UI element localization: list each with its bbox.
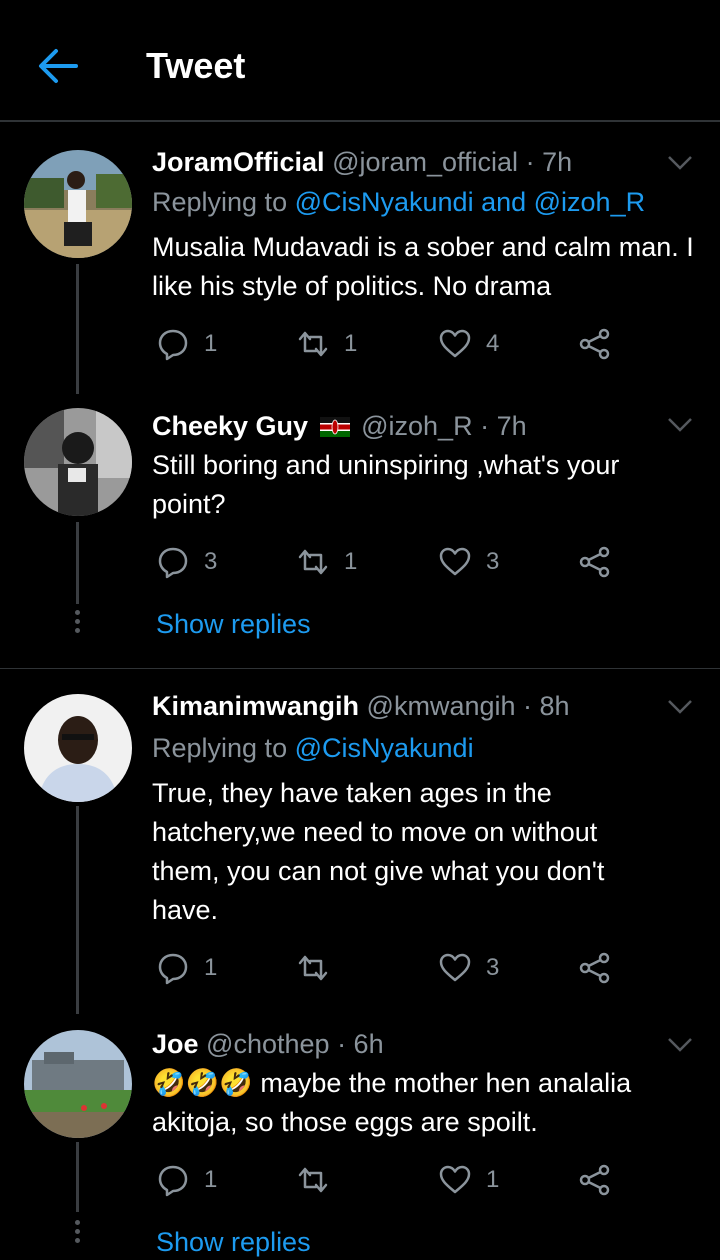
display-name[interactable]: Cheeky Guy [152, 411, 308, 441]
thread-line [76, 264, 79, 394]
tweet-meta: Kimanimwangih @kmwangih · 8h [152, 688, 570, 724]
comment-icon [158, 953, 188, 985]
show-replies-link[interactable]: Show replies [156, 1224, 311, 1260]
thread-continuation-dots [74, 1220, 81, 1247]
like-count: 3 [486, 548, 500, 575]
thread-line [76, 522, 79, 604]
like-count: 4 [486, 330, 500, 357]
chevron-down-icon[interactable] [666, 154, 694, 172]
thread-continuation-dots [74, 610, 81, 637]
thread-line [76, 1142, 79, 1212]
display-name[interactable]: Joe [152, 1029, 199, 1059]
share-icon [579, 1164, 610, 1196]
like-button[interactable]: 1 [438, 1160, 499, 1200]
page-title: Tweet [146, 45, 246, 86]
retweet-icon [298, 549, 328, 575]
timestamp: · 7h [525, 147, 573, 177]
avatar[interactable] [24, 150, 132, 258]
avatar[interactable] [24, 408, 132, 516]
reply-button[interactable]: 1 [156, 324, 217, 364]
thread-line [76, 806, 79, 1014]
timestamp: · 8h [523, 691, 570, 721]
timestamp: · 7h [480, 411, 527, 441]
heart-icon [439, 953, 471, 982]
retweet-icon [298, 331, 328, 357]
replying-to-label: Replying to [152, 733, 288, 763]
reply-button[interactable]: 1 [156, 948, 217, 988]
tweet-text: True, they have taken ages in the hatche… [152, 778, 605, 925]
like-count: 1 [486, 1166, 500, 1193]
share-icon [579, 328, 610, 360]
show-replies-link[interactable]: Show replies [156, 606, 311, 642]
share-button[interactable] [578, 542, 612, 582]
share-icon [579, 546, 610, 578]
retweet-button[interactable] [296, 948, 344, 988]
reply-button[interactable]: 3 [156, 542, 217, 582]
tweet-kimanimwangih[interactable]: Kimanimwangih @kmwangih · 8h Replying to… [0, 670, 720, 1014]
kenya-flag-icon [319, 417, 350, 437]
retweet-icon [298, 955, 328, 981]
tweet-actions: 3 1 3 [152, 542, 692, 582]
top-bar: Tweet [0, 0, 720, 122]
chevron-down-icon[interactable] [666, 698, 694, 716]
comment-icon [158, 547, 188, 579]
retweet-button[interactable]: 1 [296, 542, 357, 582]
back-arrow-icon[interactable] [34, 44, 80, 88]
replying-to: Replying to @CisNyakundi [152, 730, 474, 766]
tweet-text: Still boring and uninspiring ,what's you… [152, 450, 620, 519]
display-name[interactable]: Kimanimwangih [152, 691, 359, 721]
replying-to-users[interactable]: @CisNyakundi [295, 733, 474, 763]
like-button[interactable]: 4 [438, 324, 499, 364]
heart-icon [439, 1165, 471, 1194]
reply-count: 1 [204, 954, 218, 981]
tweet-joramofficial[interactable]: JoramOfficial @joram_official · 7h Reply… [0, 122, 720, 394]
tweet-meta: JoramOfficial @joram_official · 7h [152, 144, 572, 180]
retweet-count: 1 [344, 548, 358, 575]
like-button[interactable]: 3 [438, 542, 499, 582]
retweet-icon [298, 1167, 328, 1193]
retweet-button[interactable]: 1 [296, 324, 357, 364]
comment-icon [158, 1165, 188, 1197]
user-handle: @izoh_R [361, 411, 473, 441]
reply-count: 1 [204, 330, 218, 357]
heart-icon [439, 329, 471, 358]
user-handle: @joram_official [332, 147, 519, 177]
laughing-emoji-icon: 🤣🤣🤣 [152, 1068, 253, 1098]
replying-to-label: Replying to [152, 187, 288, 217]
chevron-down-icon[interactable] [666, 1036, 694, 1054]
user-handle: @kmwangih [366, 691, 516, 721]
replying-to-users[interactable]: @CisNyakundi and @izoh_R [295, 187, 645, 217]
comment-icon [158, 329, 188, 361]
user-handle: @chothep [206, 1029, 330, 1059]
avatar[interactable] [24, 694, 132, 802]
tweet-actions: 1 3 [152, 948, 692, 988]
reply-button[interactable]: 1 [156, 1160, 217, 1200]
chevron-down-icon[interactable] [666, 416, 694, 434]
tweet-meta: Joe @chothep · 6h [152, 1026, 384, 1062]
reply-count: 3 [204, 548, 218, 575]
tweet-text: Musalia Mudavadi is a sober and calm man… [152, 232, 694, 301]
timestamp: · 6h [337, 1029, 384, 1059]
share-button[interactable] [578, 948, 612, 988]
reply-count: 1 [204, 1166, 218, 1193]
retweet-count: 1 [344, 330, 358, 357]
tweet-actions: 1 1 4 [152, 324, 692, 364]
share-icon [579, 952, 610, 984]
share-button[interactable] [578, 1160, 612, 1200]
conversation-divider [0, 668, 720, 669]
like-count: 3 [486, 954, 500, 981]
retweet-button[interactable] [296, 1160, 344, 1200]
replying-to: Replying to @CisNyakundi and @izoh_R [152, 184, 645, 220]
share-button[interactable] [578, 324, 612, 364]
tweet-meta: Cheeky Guy @izoh_R · 7h [152, 408, 527, 444]
display-name[interactable]: JoramOfficial [152, 147, 325, 177]
avatar[interactable] [24, 1030, 132, 1138]
heart-icon [439, 547, 471, 576]
tweet-text: 🤣🤣🤣 maybe the mother hen analalia akitoj… [152, 1064, 700, 1142]
like-button[interactable]: 3 [438, 948, 499, 988]
tweet-cheeky-guy[interactable]: Cheeky Guy @izoh_R · 7h Still boring and… [0, 392, 720, 668]
tweet-joe[interactable]: Joe @chothep · 6h 🤣🤣🤣 maybe the mother h… [0, 1014, 720, 1260]
tweet-actions: 1 1 [152, 1160, 692, 1200]
